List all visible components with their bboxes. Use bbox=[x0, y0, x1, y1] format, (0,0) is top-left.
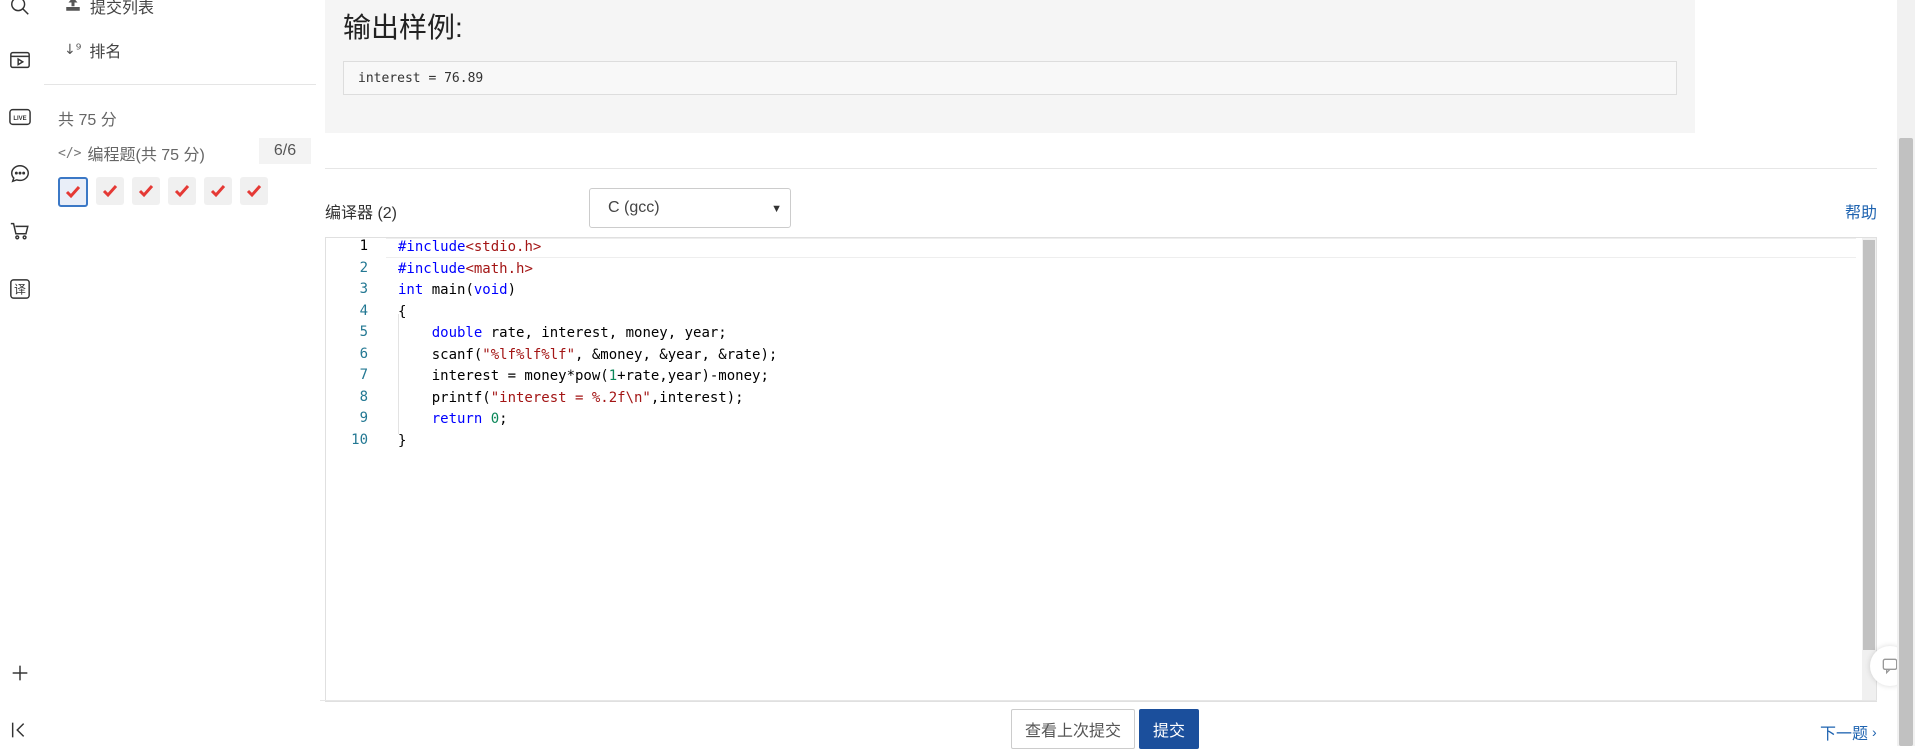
check-icon bbox=[246, 185, 262, 198]
rank-link[interactable]: ↓⁹ 排名 bbox=[64, 38, 121, 62]
code-line: { bbox=[398, 303, 407, 320]
problem-status-item[interactable] bbox=[96, 177, 124, 205]
total-score: 共 75 分 bbox=[58, 112, 117, 129]
line-number: 6 bbox=[359, 345, 368, 362]
chevron-right-icon: › bbox=[1872, 724, 1877, 740]
code-line: double rate, interest, money, year; bbox=[431, 325, 727, 341]
line-number: 4 bbox=[359, 302, 368, 319]
code-line: #include<math.h> bbox=[398, 260, 533, 277]
editor-scrollbar-thumb[interactable] bbox=[1863, 240, 1875, 650]
line-number: 1 bbox=[359, 238, 368, 254]
upload-icon bbox=[64, 0, 82, 18]
problem-status-list bbox=[58, 177, 268, 207]
svg-text:译: 译 bbox=[14, 283, 26, 297]
translate-icon[interactable]: 译 bbox=[8, 277, 32, 301]
editor-scrollbar[interactable] bbox=[1862, 238, 1876, 701]
page-scrollbar[interactable] bbox=[1897, 0, 1915, 746]
line-number: 5 bbox=[359, 324, 368, 340]
check-icon bbox=[102, 185, 118, 198]
code-editor[interactable]: 1 2 3 4 5 6 7 8 9 10 #include<stdio.h> #i… bbox=[325, 237, 1877, 702]
problem-nav-panel: 提交列表 ↓⁹ 排名 共 75 分 </> 编程题(共 75 分) 6/6 bbox=[44, 0, 316, 746]
problem-status-item[interactable] bbox=[168, 177, 196, 205]
line-number: 8 bbox=[359, 388, 368, 405]
output-sample-box: interest = 76.89 bbox=[343, 61, 1677, 95]
cart-icon[interactable] bbox=[8, 219, 32, 243]
video-icon[interactable] bbox=[8, 48, 32, 72]
submit-button[interactable]: 提交 bbox=[1139, 709, 1199, 749]
output-sample-heading: 输出样例: bbox=[343, 12, 463, 43]
code-icon: </> bbox=[58, 145, 82, 161]
line-number: 7 bbox=[359, 367, 368, 383]
code-line: int main(void) bbox=[398, 282, 517, 298]
code-line: interest = money*pow(1+rate,year)-money; bbox=[398, 368, 769, 384]
compiler-select[interactable]: C (gcc) ▼ bbox=[589, 188, 791, 228]
live-icon[interactable]: LIVE bbox=[8, 105, 32, 129]
page-scrollbar-thumb[interactable] bbox=[1899, 138, 1913, 746]
help-link[interactable]: 帮助 bbox=[1845, 199, 1877, 223]
submit-list-label: 提交列表 bbox=[90, 0, 155, 17]
next-problem-label: 下一题 bbox=[1820, 726, 1869, 743]
line-number: 10 bbox=[351, 431, 368, 448]
check-icon bbox=[210, 185, 226, 198]
section-divider bbox=[325, 168, 1877, 169]
plus-icon[interactable] bbox=[8, 661, 32, 685]
problem-status-item[interactable] bbox=[58, 177, 88, 207]
solved-count: 6/6 bbox=[259, 138, 311, 164]
line-number: 2 bbox=[359, 259, 368, 276]
line-number-gutter: 1 2 3 4 5 6 7 8 9 10 bbox=[326, 238, 378, 701]
chat-icon[interactable] bbox=[8, 162, 32, 186]
code-line: printf("interest = %.2f\n",interest); bbox=[398, 389, 744, 406]
submit-list-link[interactable]: 提交列表 bbox=[64, 0, 154, 18]
rank-label: 排名 bbox=[89, 44, 122, 61]
view-last-submission-button[interactable]: 查看上次提交 bbox=[1011, 709, 1135, 749]
left-icon-rail: LIVE 译 bbox=[0, 0, 40, 746]
search-icon[interactable] bbox=[8, 0, 32, 18]
footer-divider bbox=[320, 700, 1877, 701]
check-icon bbox=[138, 185, 154, 198]
sort-icon: ↓⁹ bbox=[64, 42, 82, 58]
code-line: return 0; bbox=[431, 411, 508, 427]
code-line: scanf("%lf%lf%lf", &money, &year, &rate)… bbox=[398, 346, 778, 363]
panel-divider bbox=[44, 84, 316, 85]
problem-status-item[interactable] bbox=[240, 177, 268, 205]
svg-text:LIVE: LIVE bbox=[13, 116, 26, 122]
check-icon bbox=[65, 186, 81, 199]
problem-status-item[interactable] bbox=[132, 177, 160, 205]
dropdown-arrow-icon: ▼ bbox=[771, 203, 782, 215]
category-programming[interactable]: </> 编程题(共 75 分) bbox=[58, 141, 205, 165]
code-line: } bbox=[398, 432, 407, 449]
code-line: #include<stdio.h> bbox=[398, 239, 542, 255]
compiler-label: 编译器 (2) bbox=[325, 205, 398, 222]
next-problem-link[interactable]: 下一题 › bbox=[1820, 720, 1877, 744]
compiler-selected-value: C (gcc) bbox=[608, 199, 660, 216]
category-label: 编程题(共 75 分) bbox=[87, 147, 205, 164]
output-sample-section: 输出样例: interest = 76.89 bbox=[325, 0, 1695, 133]
line-number: 3 bbox=[359, 281, 368, 297]
current-line-highlight bbox=[386, 238, 1856, 258]
line-number: 9 bbox=[359, 410, 368, 426]
problem-status-item[interactable] bbox=[204, 177, 232, 205]
collapse-icon[interactable] bbox=[8, 718, 32, 742]
check-icon bbox=[174, 185, 190, 198]
